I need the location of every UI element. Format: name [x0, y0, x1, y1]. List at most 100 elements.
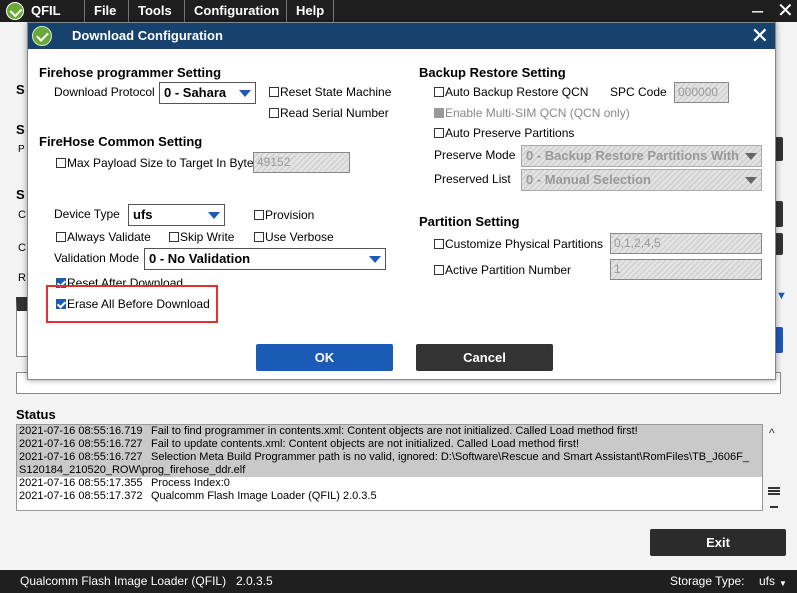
status-log[interactable]: 2021-07-16 08:55:16.719 Fail to find prog…	[16, 424, 763, 511]
log-menu-icon[interactable]	[768, 487, 780, 495]
reset-state-machine-checkbox[interactable]: Reset State Machine	[269, 85, 391, 99]
main-side-letter: S	[16, 82, 25, 97]
dialog-titlebar: Download Configuration ✕	[28, 23, 775, 49]
log-message: Fail to find programmer in contents.xml:…	[151, 425, 638, 437]
enable-multi-sim-qcn-label: Enable Multi-SIM QCN (QCN only)	[445, 106, 630, 120]
statusbar-version: 2.0.3.5	[236, 574, 273, 588]
storage-type-value[interactable]: ufs	[759, 570, 775, 593]
read-serial-number-checkbox[interactable]: Read Serial Number	[269, 106, 389, 120]
qfil-logo-icon	[6, 2, 24, 20]
chevron-down-icon[interactable]: ▼	[779, 572, 787, 593]
menu-tools[interactable]: Tools	[128, 0, 181, 22]
validation-mode-value: 0 - No Validation	[149, 251, 251, 266]
download-protocol-select[interactable]: 0 - Sahara	[159, 82, 256, 104]
skip-write-checkbox[interactable]: Skip Write	[169, 230, 234, 244]
auto-preserve-partitions-label: Auto Preserve Partitions	[445, 126, 575, 140]
max-payload-checkbox[interactable]: Max Payload Size to Target In Byte	[56, 156, 254, 170]
app-name: QFIL	[31, 3, 61, 18]
checkbox-icon	[269, 87, 279, 97]
menu-configuration[interactable]: Configuration	[184, 0, 288, 22]
scroll-up-icon[interactable]: ^	[769, 426, 775, 440]
close-icon[interactable]: ✕	[777, 0, 794, 22]
customize-physical-partitions-checkbox[interactable]: Customize Physical Partitions	[434, 237, 603, 251]
auto-preserve-partitions-checkbox[interactable]: Auto Preserve Partitions	[434, 126, 574, 140]
physical-partitions-input[interactable]: 0,1,2,4,5	[610, 233, 762, 254]
status-heading: Status	[16, 407, 56, 422]
validation-mode-select[interactable]: 0 - No Validation	[144, 248, 386, 270]
app-titlebar: QFIL File Tools Configuration Help – ✕	[0, 0, 797, 22]
log-line[interactable]: 2021-07-16 08:55:17.355 Process Index:0	[17, 477, 762, 490]
menu-help[interactable]: Help	[286, 0, 335, 22]
max-payload-label: Max Payload Size to Target In Byte	[67, 156, 254, 170]
chevron-down-icon	[239, 90, 251, 97]
download-protocol-value: 0 - Sahara	[164, 85, 227, 100]
main-side-letter: S	[16, 187, 25, 202]
spc-code-label: SPC Code	[610, 85, 667, 99]
provision-checkbox[interactable]: Provision	[254, 208, 314, 222]
dialog-title: Download Configuration	[72, 28, 223, 43]
reset-state-machine-label: Reset State Machine	[280, 85, 392, 99]
checkbox-icon	[169, 232, 179, 242]
log-message: Qualcomm Flash Image Loader (QFIL) 2.0.3…	[151, 490, 377, 502]
log-collapse-icon[interactable]	[770, 506, 778, 508]
use-verbose-checkbox[interactable]: Use Verbose	[254, 230, 334, 244]
log-message: Selection Meta Build Programmer path is …	[151, 451, 749, 463]
log-line[interactable]: 2021-07-16 08:55:16.719 Fail to find prog…	[17, 425, 762, 438]
main-side-letter: C	[18, 242, 26, 254]
log-line[interactable]: 2021-07-16 08:55:17.372 Qualcomm Flash Im…	[17, 490, 762, 503]
spc-code-input[interactable]: 000000	[674, 82, 729, 103]
preserve-mode-select[interactable]: 0 - Backup Restore Partitions With	[521, 145, 762, 167]
backup-restore-heading: Backup Restore Setting	[419, 65, 566, 80]
menu-file[interactable]: File	[84, 0, 125, 22]
log-message: Fail to update contents.xml: Content obj…	[151, 438, 580, 450]
validation-mode-label: Validation Mode	[54, 251, 140, 265]
cancel-button[interactable]: Cancel	[416, 344, 553, 371]
log-message: Process Index:0	[151, 477, 230, 489]
active-partition-number-label: Active Partition Number	[445, 263, 572, 277]
auto-backup-restore-qcn-label: Auto Backup Restore QCN	[445, 85, 589, 99]
status-bar: Qualcomm Flash Image Loader (QFIL) 2.0.3…	[0, 570, 797, 593]
log-timestamp: 2021-07-16 08:55:16.719	[19, 425, 143, 437]
minimize-icon[interactable]: –	[752, 0, 763, 22]
checkbox-icon	[434, 265, 444, 275]
active-partition-input[interactable]: 1	[610, 259, 762, 280]
firehose-common-heading: FireHose Common Setting	[39, 134, 203, 149]
exit-button[interactable]: Exit	[650, 529, 786, 556]
firehose-programmer-heading: Firehose programmer Setting	[39, 65, 222, 80]
log-message: S120184_210520_ROW\prog_firehose_ddr.elf	[19, 464, 246, 476]
main-side-letter: P	[18, 144, 25, 155]
log-timestamp: 2021-07-16 08:55:16.727	[19, 438, 143, 450]
read-serial-number-label: Read Serial Number	[280, 106, 389, 120]
device-type-value: ufs	[133, 207, 153, 222]
device-type-label: Device Type	[54, 207, 120, 221]
chevron-down-icon[interactable]: ▼	[776, 290, 787, 302]
preserve-mode-label: Preserve Mode	[434, 148, 516, 162]
preserved-list-select[interactable]: 0 - Manual Selection	[521, 169, 762, 191]
log-line[interactable]: 2021-07-16 08:55:16.727 Selection Meta Bu…	[17, 451, 762, 464]
always-validate-label: Always Validate	[67, 230, 151, 244]
skip-write-label: Skip Write	[180, 230, 235, 244]
active-partition-number-checkbox[interactable]: Active Partition Number	[434, 263, 571, 277]
device-type-select[interactable]: ufs	[128, 204, 225, 226]
max-payload-input[interactable]: 49152	[253, 152, 350, 173]
enable-multi-sim-qcn-checkbox[interactable]: Enable Multi-SIM QCN (QCN only)	[434, 106, 630, 120]
log-line[interactable]: 2021-07-16 08:55:16.727 Fail to update co…	[17, 438, 762, 451]
checkbox-icon	[434, 87, 444, 97]
auto-backup-restore-qcn-checkbox[interactable]: Auto Backup Restore QCN	[434, 85, 588, 99]
checkbox-icon	[269, 108, 279, 118]
checkbox-icon	[434, 239, 444, 249]
ok-button[interactable]: OK	[256, 344, 393, 371]
close-icon[interactable]: ✕	[751, 23, 769, 49]
checkbox-icon	[434, 128, 444, 138]
highlight-box	[46, 285, 218, 323]
use-verbose-label: Use Verbose	[265, 230, 334, 244]
chevron-down-icon	[208, 212, 220, 219]
log-line[interactable]: S120184_210520_ROW\prog_firehose_ddr.elf	[17, 464, 762, 477]
chevron-down-icon	[369, 256, 381, 263]
main-side-letter: S	[16, 122, 25, 137]
storage-type-label: Storage Type:	[670, 574, 745, 588]
always-validate-checkbox[interactable]: Always Validate	[56, 230, 151, 244]
checkbox-icon	[56, 232, 66, 242]
download-icon	[32, 26, 52, 46]
preserved-list-value: 0 - Manual Selection	[526, 172, 651, 187]
